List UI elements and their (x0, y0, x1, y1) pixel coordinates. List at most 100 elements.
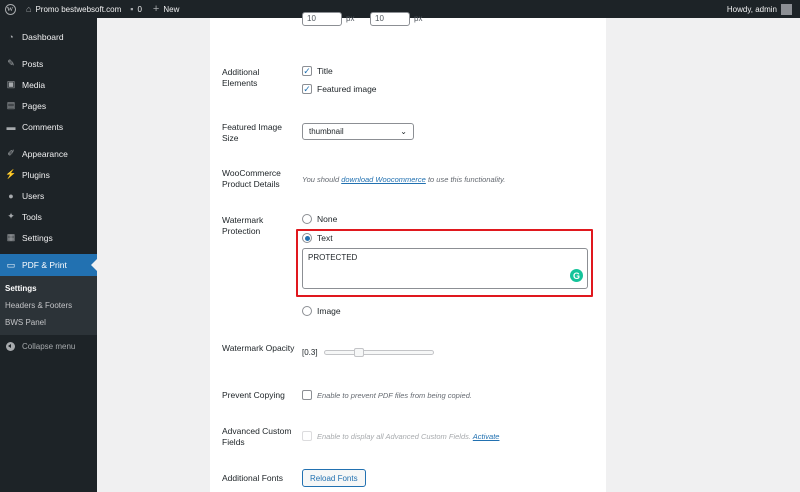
checkbox-title-row[interactable]: ✓ Title (302, 66, 333, 76)
my-account[interactable]: Howdy, admin (726, 3, 792, 15)
collapse-icon (6, 341, 15, 351)
home-icon: ⌂ (26, 4, 32, 14)
sidebar-item-dashboard[interactable]: ◔ Dashboard (0, 26, 97, 47)
checkbox-featured-image-label: Featured image (317, 84, 377, 94)
brush-icon: ✐ (7, 148, 15, 158)
unit-label-2: px (414, 14, 423, 23)
submenu-bws-panel[interactable]: BWS Panel (0, 314, 97, 331)
pdf-print-submenu: Settings Headers & Footers BWS Panel (0, 276, 97, 335)
radio-text[interactable] (302, 233, 312, 243)
woocommerce-desc-suffix: to use this functionality. (427, 175, 506, 184)
checkbox-featured-image-row[interactable]: ✓ Featured image (302, 84, 377, 94)
radio-none-label: None (317, 214, 338, 224)
user-icon: ● (8, 190, 14, 201)
margin-input-1[interactable]: 10 (302, 12, 342, 26)
sidebar-label: Dashboard (22, 31, 64, 42)
sidebar-item-plugins[interactable]: ⚡ Plugins (0, 164, 97, 185)
sidebar-item-pages[interactable]: ▤ Pages (0, 95, 97, 116)
download-woocommerce-link[interactable]: download Woocommerce (341, 175, 426, 184)
sidebar-label: PDF & Print (22, 260, 67, 270)
settings-panel: 10 px 10 px Additional Elements ✓ Title … (210, 12, 606, 492)
pin-icon: ✎ (7, 58, 15, 68)
acf-description: Enable to display all Advanced Custom Fi… (317, 432, 499, 441)
featured-image-size-select[interactable]: thumbnail ⌄ (302, 123, 414, 140)
plus-icon: + (152, 3, 160, 15)
radio-none[interactable] (302, 214, 312, 224)
collapse-menu-button[interactable]: Collapse menu (0, 335, 97, 357)
acf-desc-text: Enable to display all Advanced Custom Fi… (317, 431, 471, 441)
watermark-text-value: PROTECTED (308, 253, 358, 262)
additional-fonts-label: Additional Fonts (222, 473, 283, 483)
reload-fonts-button[interactable]: Reload Fonts (302, 469, 366, 487)
settings-icon: ▦ (6, 232, 16, 242)
comments-count: 0 (137, 4, 142, 14)
sidebar-item-posts[interactable]: ✎ Posts (0, 53, 97, 74)
woocommerce-label: WooCommerce Product Details (222, 168, 281, 189)
sidebar-item-media[interactable]: ▣ Media (0, 74, 97, 95)
comment-icon: ▬ (6, 121, 16, 132)
sidebar-item-settings[interactable]: ▦ Settings (0, 227, 97, 248)
plug-icon: ⚡ (5, 169, 17, 179)
radio-image-row[interactable]: Image (302, 306, 341, 316)
comment-icon: ▪ (130, 4, 134, 14)
sidebar-item-comments[interactable]: ▬ Comments (0, 116, 97, 137)
sidebar-item-pdf-print[interactable]: ▭ PDF & Print (0, 254, 97, 276)
checkbox-title-label: Title (317, 66, 333, 76)
wordpress-logo-icon[interactable]: W (0, 0, 20, 18)
comments-link[interactable]: ▪ 0 (130, 4, 142, 14)
watermark-protection-label: Watermark Protection (222, 215, 264, 236)
radio-image[interactable] (302, 306, 312, 316)
sidebar-label: Plugins (22, 169, 50, 180)
opacity-slider-handle[interactable] (353, 348, 364, 357)
checkbox-prevent-copying[interactable] (302, 390, 312, 400)
radio-text-label: Text (317, 233, 333, 243)
featured-image-size-label: Featured Image Size (222, 122, 283, 143)
prevent-copying-description: Enable to prevent PDF files from being c… (317, 390, 472, 400)
opacity-slider[interactable] (323, 348, 434, 357)
opacity-value: [0.3] (302, 348, 318, 357)
submenu-headers-footers[interactable]: Headers & Footers (0, 297, 97, 314)
checkbox-acf (302, 431, 312, 441)
margin-input-2[interactable]: 10 (370, 12, 410, 26)
grammarly-icon[interactable]: G (570, 269, 583, 282)
sidebar-item-tools[interactable]: ✦ Tools (0, 206, 97, 227)
radio-none-row[interactable]: None (302, 214, 337, 224)
activate-acf-link[interactable]: Activate (473, 432, 500, 441)
print-icon: ▭ (6, 259, 16, 270)
woocommerce-description: You should download Woocommerce to use t… (302, 175, 505, 184)
dashboard-icon: ◔ (8, 31, 14, 42)
admin-sidebar: ◔ Dashboard ✎ Posts ▣ Media ▤ Pages ▬ Co… (0, 18, 97, 492)
checkbox-featured-image[interactable]: ✓ (302, 84, 312, 94)
site-name-link[interactable]: ⌂ Promo bestwebsoft.com (26, 4, 121, 14)
sidebar-label: Users (22, 190, 45, 201)
howdy-label: Howdy, admin (726, 4, 777, 14)
opacity-slider-row: [0.3] (302, 348, 434, 357)
submenu-settings[interactable]: Settings (0, 280, 97, 297)
new-label: New (163, 4, 180, 14)
unit-label-1: px (346, 14, 355, 23)
radio-image-label: Image (317, 306, 341, 316)
radio-text-row[interactable]: Text (302, 233, 333, 243)
prevent-copying-label: Prevent Copying (222, 390, 285, 400)
avatar (781, 3, 792, 15)
sidebar-label: Tools (22, 211, 42, 222)
acf-label: Advanced Custom Fields (222, 426, 292, 447)
collapse-label: Collapse menu (22, 341, 76, 351)
checkbox-title[interactable]: ✓ (302, 66, 312, 76)
sidebar-label: Posts (22, 58, 44, 69)
page-icon: ▤ (6, 100, 16, 110)
sidebar-item-users[interactable]: ● Users (0, 185, 97, 206)
chevron-down-icon: ⌄ (400, 127, 407, 136)
new-content-link[interactable]: + New (153, 3, 179, 15)
prevent-copying-row[interactable]: Enable to prevent PDF files from being c… (302, 390, 472, 400)
sidebar-label: Pages (22, 100, 47, 111)
additional-elements-label: Additional Elements (222, 67, 260, 88)
wrench-icon: ✦ (7, 211, 15, 221)
watermark-opacity-label: Watermark Opacity (222, 343, 295, 353)
sidebar-label: Comments (22, 121, 64, 132)
sidebar-label: Appearance (22, 148, 68, 159)
site-name-label: Promo bestwebsoft.com (35, 4, 122, 14)
sidebar-item-appearance[interactable]: ✐ Appearance (0, 143, 97, 164)
watermark-text-input[interactable]: PROTECTED G (302, 248, 588, 289)
acf-row: Enable to display all Advanced Custom Fi… (302, 431, 499, 441)
